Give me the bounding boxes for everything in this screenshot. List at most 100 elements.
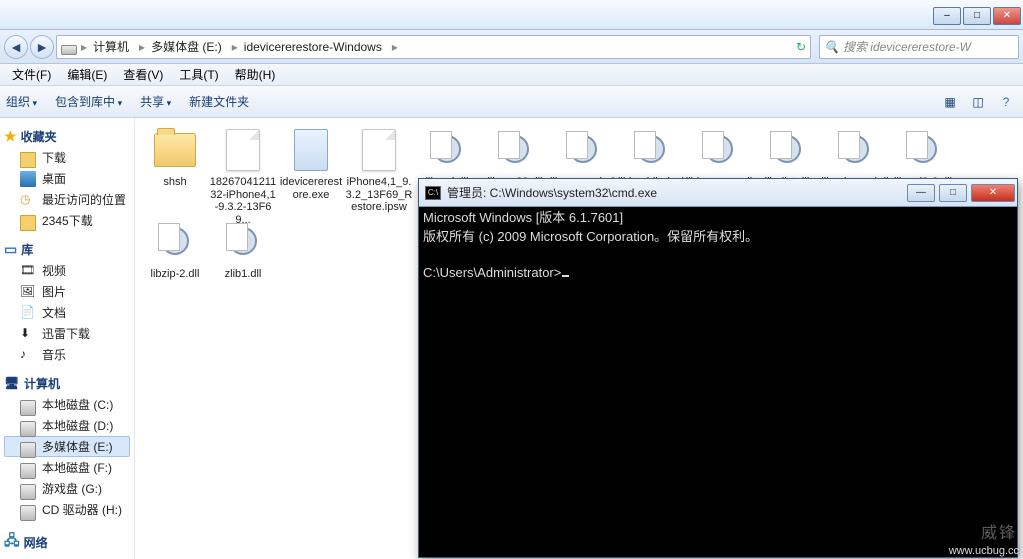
dll-icon (428, 131, 466, 169)
favorites-header[interactable]: ★收藏夹 (4, 128, 130, 145)
sidebar-item-thunder[interactable]: ⬇迅雷下载 (4, 323, 130, 344)
breadcrumb[interactable]: idevicererestore-Windows (242, 40, 388, 54)
file-item[interactable]: shsh (141, 128, 209, 216)
organize-button[interactable]: 组织 (6, 93, 37, 110)
cmd-maximize-button[interactable]: □ (939, 184, 967, 202)
drive-icon (20, 484, 36, 500)
drive-icon (20, 442, 36, 458)
file-label: idevicererestore.exe (277, 176, 345, 201)
file-item[interactable]: 1826704121132-iPhone4,1-9.3.2-13F69... (209, 128, 277, 216)
music-icon: ♪ (20, 347, 36, 363)
help-icon[interactable]: ? (995, 91, 1017, 113)
sidebar-item-drive[interactable]: CD 驱动器 (H:) (4, 499, 130, 520)
sidebar-item-drive[interactable]: 游戏盘 (G:) (4, 478, 130, 499)
breadcrumb[interactable]: 多媒体盘 (E:) (149, 38, 228, 55)
search-input[interactable]: 🔍 搜索 idevicererestore-W (819, 35, 1019, 59)
video-icon: 🎞 (20, 263, 36, 279)
dll-icon (156, 223, 194, 261)
chevron-right-icon: ▸ (232, 40, 238, 54)
folder-icon (20, 215, 36, 231)
view-options-icon[interactable]: ▦ (939, 91, 961, 113)
document-icon: 📄 (20, 305, 36, 321)
search-placeholder: 搜索 idevicererestore-W (843, 38, 971, 55)
sidebar-item-videos[interactable]: 🎞视频 (4, 260, 130, 281)
file-label: libzip-2.dll (141, 268, 209, 281)
dll-icon (700, 131, 738, 169)
cmd-titlebar[interactable]: C:\ 管理员: C:\Windows\system32\cmd.exe — □… (419, 179, 1017, 207)
maximize-button[interactable]: □ (963, 7, 991, 25)
drive-icon (20, 400, 36, 416)
back-button[interactable]: ◄ (4, 35, 28, 59)
watermark-site: www.ucbug.cc (949, 545, 1019, 557)
sidebar-item-pictures[interactable]: 🖼图片 (4, 281, 130, 302)
cmd-window[interactable]: C:\ 管理员: C:\Windows\system32\cmd.exe — □… (418, 178, 1018, 558)
folder-icon (154, 133, 196, 167)
download-icon: ⬇ (20, 326, 36, 342)
dll-icon (632, 131, 670, 169)
star-icon: ★ (4, 128, 17, 145)
sidebar-item-2345[interactable]: 2345下载 (4, 210, 130, 231)
dll-icon (904, 131, 942, 169)
include-in-library-button[interactable]: 包含到库中 (55, 93, 122, 110)
share-button[interactable]: 共享 (140, 93, 171, 110)
dll-icon (768, 131, 806, 169)
file-item[interactable]: idevicererestore.exe (277, 128, 345, 216)
dll-icon (564, 131, 602, 169)
menu-edit[interactable]: 编辑(E) (59, 64, 115, 85)
forward-button[interactable]: ► (30, 35, 54, 59)
chevron-right-icon: ▸ (392, 40, 398, 54)
dll-icon (836, 131, 874, 169)
file-label: shsh (141, 176, 209, 189)
network-header[interactable]: 🖧网络 (4, 530, 130, 554)
file-icon (362, 129, 396, 171)
file-item[interactable]: zlib1.dll (209, 220, 277, 308)
sidebar-item-drive[interactable]: 本地磁盘 (D:) (4, 415, 130, 436)
libraries-header[interactable]: ▭库 (4, 241, 130, 258)
cmd-close-button[interactable]: ✕ (971, 184, 1015, 202)
address-bar[interactable]: ▸ 计算机 ▸ 多媒体盘 (E:) ▸ idevicererestore-Win… (56, 35, 811, 59)
sidebar-item-documents[interactable]: 📄文档 (4, 302, 130, 323)
menu-tools[interactable]: 工具(T) (171, 64, 226, 85)
file-label: iPhone4,1_9.3.2_13F69_Restore.ipsw (345, 176, 413, 214)
menu-file[interactable]: 文件(F) (4, 64, 59, 85)
menu-view[interactable]: 查看(V) (115, 64, 171, 85)
chevron-right-icon: ▸ (139, 40, 145, 54)
cmd-title-text: 管理员: C:\Windows\system32\cmd.exe (447, 184, 657, 201)
drive-icon (20, 505, 36, 521)
computer-header[interactable]: 🖥计算机 (4, 375, 130, 392)
sidebar-item-downloads[interactable]: 下载 (4, 147, 130, 168)
picture-icon: 🖼 (20, 284, 36, 300)
cursor (562, 275, 569, 277)
sidebar-item-music[interactable]: ♪音乐 (4, 344, 130, 365)
desktop-icon (20, 171, 36, 187)
watermark-brand: 威锋 (981, 519, 1017, 543)
close-button[interactable]: ✕ (993, 7, 1021, 25)
file-item[interactable]: libzip-2.dll (141, 220, 209, 308)
library-icon: ▭ (4, 241, 17, 258)
sidebar-item-drive[interactable]: 本地磁盘 (F:) (4, 457, 130, 478)
cmd-minimize-button[interactable]: — (907, 184, 935, 202)
sidebar-item-desktop[interactable]: 桌面 (4, 168, 130, 189)
sidebar-item-drive[interactable]: 多媒体盘 (E:) (4, 436, 130, 457)
exe-icon (294, 129, 328, 171)
menu-bar: 文件(F) 编辑(E) 查看(V) 工具(T) 帮助(H) (0, 64, 1023, 86)
search-icon: 🔍 (824, 40, 839, 54)
drive-icon (20, 463, 36, 479)
file-label: 1826704121132-iPhone4,1-9.3.2-13F69... (209, 176, 277, 227)
cmd-icon: C:\ (425, 186, 441, 200)
minimize-button[interactable]: – (933, 7, 961, 25)
dll-icon (224, 223, 262, 261)
computer-icon: 🖥 (4, 376, 20, 392)
cmd-output[interactable]: Microsoft Windows [版本 6.1.7601] 版权所有 (c)… (419, 207, 1017, 557)
new-folder-button[interactable]: 新建文件夹 (189, 93, 249, 110)
refresh-icon[interactable]: ↻ (796, 40, 806, 54)
file-item[interactable]: iPhone4,1_9.3.2_13F69_Restore.ipsw (345, 128, 413, 216)
sidebar-item-drive[interactable]: 本地磁盘 (C:) (4, 394, 130, 415)
toolbar: 组织 包含到库中 共享 新建文件夹 ▦ ◫ ? (0, 86, 1023, 118)
preview-pane-icon[interactable]: ◫ (967, 91, 989, 113)
sidebar-item-recent[interactable]: ◷最近访问的位置 (4, 189, 130, 210)
explorer-titlebar: – □ ✕ (0, 0, 1023, 30)
breadcrumb[interactable]: 计算机 (91, 38, 135, 55)
file-label: zlib1.dll (209, 268, 277, 281)
menu-help[interactable]: 帮助(H) (227, 64, 284, 85)
